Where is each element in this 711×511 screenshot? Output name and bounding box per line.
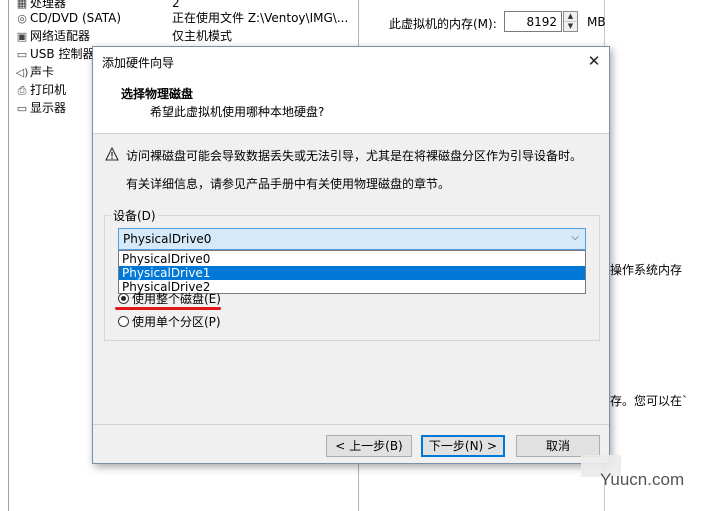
hardware-item-usb[interactable]: ▭ USB 控制器 xyxy=(14,46,95,63)
hardware-summary-network: 仅主机模式 xyxy=(172,29,233,43)
display-icon: ▭ xyxy=(16,102,28,115)
warning-icon xyxy=(105,147,119,161)
memory-label: 此虚拟机的内存(M): xyxy=(389,17,497,31)
dialog-title: 添加硬件向导 xyxy=(102,56,175,70)
radio-unchecked-icon xyxy=(118,316,129,327)
hardware-item-display[interactable]: ▭ 显示器 xyxy=(14,100,66,117)
dropdown-option[interactable]: PhysicalDrive0 xyxy=(119,252,585,266)
radio-use-partition[interactable]: 使用单个分区(P) xyxy=(118,314,221,330)
chevron-down-icon[interactable]: ⌵ xyxy=(568,231,582,245)
add-hardware-wizard-dialog: 添加硬件向导 ✕ 选择物理磁盘 希望此虚拟机使用哪种本地硬盘? 访问裸磁盘可能会… xyxy=(92,46,610,464)
hardware-item-network[interactable]: ▣ 网络适配器 xyxy=(14,28,90,45)
memory-unit: MB xyxy=(587,15,606,29)
wizard-header-title: 选择物理磁盘 xyxy=(121,87,194,101)
warning-text: 访问裸磁盘可能会导致数据丢失或无法引导，尤其是在将裸磁盘分区作为引导设备时。 xyxy=(126,149,583,163)
usb-icon: ▭ xyxy=(16,48,28,61)
cd-icon: ◎ xyxy=(17,12,27,25)
footer-divider xyxy=(93,424,609,425)
memory-note-text-2: 存。您可以在` xyxy=(610,394,689,408)
annotation-underline xyxy=(115,307,221,310)
device-dropdown-list: PhysicalDrive0 PhysicalDrive1 PhysicalDr… xyxy=(118,250,586,294)
device-select[interactable]: PhysicalDrive0 xyxy=(118,228,586,250)
spin-up-icon[interactable]: ▲ xyxy=(564,12,577,22)
next-button[interactable]: 下一步(N) > xyxy=(421,435,505,457)
radio-checked-icon xyxy=(118,293,129,304)
device-group-label: 设备(D) xyxy=(111,207,158,224)
watermark: Yuucn.com xyxy=(600,470,685,489)
wizard-header-subtitle: 希望此虚拟机使用哪种本地硬盘? xyxy=(150,105,325,119)
back-button[interactable]: < 上一步(B) xyxy=(326,435,412,457)
dropdown-option-highlighted[interactable]: PhysicalDrive1 xyxy=(119,266,585,280)
printer-icon: ⎙ xyxy=(17,84,27,97)
memory-note-text: 操作系统内存 xyxy=(610,263,683,277)
cancel-button[interactable]: 取消 xyxy=(516,435,600,457)
network-icon: ▣ xyxy=(16,30,28,43)
memory-input[interactable]: 8192 xyxy=(504,11,562,32)
hardware-item-sound[interactable]: ◁) 声卡 xyxy=(14,64,54,81)
info-text: 有关详细信息，请参见产品手册中有关使用物理磁盘的章节。 xyxy=(126,177,451,191)
spin-down-icon[interactable]: ▼ xyxy=(564,22,577,31)
close-icon[interactable]: ✕ xyxy=(583,50,605,72)
memory-spinner[interactable]: ▲ ▼ xyxy=(563,11,578,32)
hardware-item-cdrom[interactable]: ◎ CD/DVD (SATA) xyxy=(14,10,121,27)
sound-icon: ◁) xyxy=(15,66,29,79)
hardware-summary-cdrom: 正在使用文件 Z:\Ventoy\IMG\... xyxy=(172,11,349,25)
panel-border xyxy=(8,0,9,511)
radio-use-whole-disk[interactable]: 使用整个磁盘(E) xyxy=(118,291,221,307)
hardware-item-printer[interactable]: ⎙ 打印机 xyxy=(14,82,66,99)
